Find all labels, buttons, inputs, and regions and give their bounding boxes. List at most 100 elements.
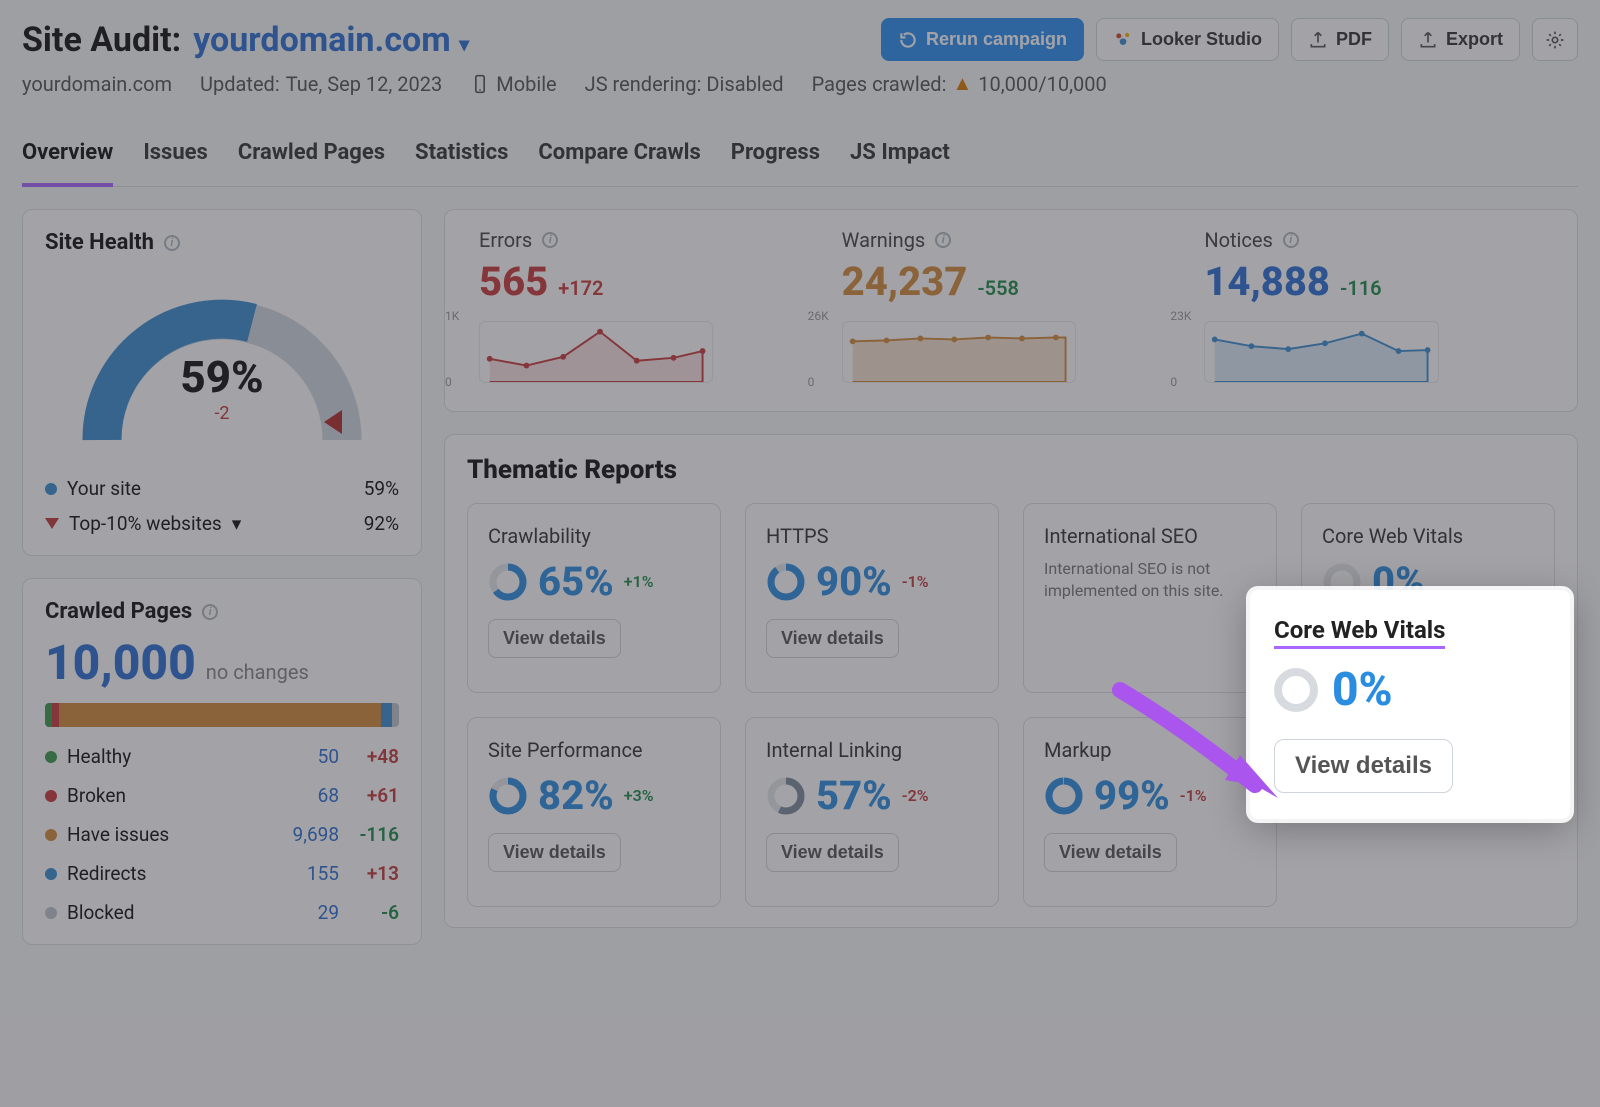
crawled-pages-item[interactable]: Broken 68 +61	[45, 784, 399, 807]
pdf-label: PDF	[1336, 29, 1372, 50]
meta-row: yourdomain.com Updated: Tue, Sep 12, 202…	[22, 71, 1578, 96]
view-details-button[interactable]: View details	[488, 619, 621, 658]
rerun-label: Rerun campaign	[926, 29, 1067, 50]
gear-icon	[1545, 30, 1565, 50]
tile-title: Core Web Vitals	[1322, 524, 1534, 548]
donut-icon	[488, 562, 528, 602]
thematic-title: Thematic Reports	[467, 455, 1555, 485]
crawled-pages-item[interactable]: Healthy 50 +48	[45, 745, 399, 768]
tile-title: Markup	[1044, 738, 1256, 762]
cwv-title: Core Web Vitals	[1274, 616, 1445, 649]
tab-overview[interactable]: Overview	[22, 128, 113, 187]
page-title-block: Site Audit: yourdomain.com ▾	[22, 20, 469, 60]
crawled-pages-sub: no changes	[206, 660, 309, 684]
errors-value: 565	[479, 258, 548, 305]
tile-delta: -1%	[1180, 786, 1207, 805]
tile-title: Internal Linking	[766, 738, 978, 762]
tab-js-impact[interactable]: JS Impact	[850, 128, 950, 186]
cp-item-count: 29	[283, 901, 339, 924]
looker-studio-button[interactable]: Looker Studio	[1096, 18, 1279, 61]
thematic-tile: Internal Linking 57% -2% View details	[745, 717, 999, 907]
tile-title: Crawlability	[488, 524, 700, 548]
cp-item-count: 155	[283, 862, 339, 885]
tile-value: 90%	[816, 558, 892, 605]
crawled-pages-value: 10,000	[45, 634, 196, 691]
dot-icon	[45, 790, 57, 802]
cp-item-delta: -116	[349, 823, 399, 846]
cp-item-label: Broken	[67, 784, 126, 807]
legend-top10[interactable]: Top-10% websites ▾ 92%	[45, 512, 399, 535]
errors-delta: +172	[558, 276, 603, 300]
view-details-button[interactable]: View details	[1274, 739, 1453, 793]
top-metrics-card: Errors 565+172 1K 0 Warnings 24,237-558	[444, 209, 1578, 412]
crawled-pages-item[interactable]: Have issues 9,698 -116	[45, 823, 399, 846]
dot-icon	[45, 829, 57, 841]
dot-icon	[45, 868, 57, 880]
donut-icon	[1044, 776, 1084, 816]
info-icon[interactable]	[164, 235, 180, 251]
crawled-pages-item[interactable]: Redirects 155 +13	[45, 862, 399, 885]
tile-note: International SEO is not implemented on …	[1044, 558, 1256, 603]
settings-button[interactable]	[1532, 18, 1578, 61]
warnings-spark	[842, 321, 1076, 383]
info-icon[interactable]	[542, 232, 558, 248]
title-prefix: Site Audit:	[22, 20, 181, 60]
core-web-vitals-highlight: Core Web Vitals 0% View details	[1250, 590, 1570, 819]
notices-spark	[1204, 321, 1438, 383]
cp-item-delta: -6	[349, 901, 399, 924]
warnings-value: 24,237	[842, 258, 968, 305]
project-dropdown[interactable]: yourdomain.com ▾	[193, 20, 469, 60]
tile-title: International SEO	[1044, 524, 1256, 548]
pdf-button[interactable]: PDF	[1291, 18, 1389, 61]
crawled-pages-item[interactable]: Blocked 29 -6	[45, 901, 399, 924]
tile-value: 57%	[816, 772, 892, 819]
meta-crawled: Pages crawled: ▲ 10,000/10,000	[812, 71, 1107, 96]
export-label: Export	[1446, 29, 1503, 50]
errors-label: Errors	[479, 228, 532, 252]
chevron-down-icon: ▾	[232, 512, 242, 535]
tile-value: 65%	[538, 558, 614, 605]
thematic-tile: Crawlability 65% +1% View details	[467, 503, 721, 693]
info-icon[interactable]	[935, 232, 951, 248]
errors-spark	[479, 321, 713, 383]
cp-item-delta: +61	[349, 784, 399, 807]
tile-title: HTTPS	[766, 524, 978, 548]
rerun-campaign-button[interactable]: Rerun campaign	[881, 18, 1084, 61]
upload-icon	[1418, 30, 1438, 50]
cp-item-label: Have issues	[67, 823, 169, 846]
notices-label: Notices	[1204, 228, 1272, 252]
view-details-button[interactable]: View details	[766, 833, 899, 872]
cp-item-delta: +13	[349, 862, 399, 885]
cp-item-label: Blocked	[67, 901, 134, 924]
info-icon[interactable]	[1283, 232, 1299, 248]
thematic-tile: HTTPS 90% -1% View details	[745, 503, 999, 693]
tile-delta: +1%	[624, 572, 654, 591]
tab-issues[interactable]: Issues	[143, 128, 208, 186]
cp-item-delta: +48	[349, 745, 399, 768]
crawled-pages-bar	[45, 703, 399, 727]
tab-progress[interactable]: Progress	[731, 128, 820, 186]
tile-title: Site Performance	[488, 738, 700, 762]
tile-delta: -2%	[902, 786, 929, 805]
meta-updated: Updated: Tue, Sep 12, 2023	[200, 72, 442, 96]
tab-crawled-pages[interactable]: Crawled Pages	[238, 128, 385, 186]
view-details-button[interactable]: View details	[766, 619, 899, 658]
info-icon[interactable]	[202, 604, 218, 620]
notices-value: 14,888	[1204, 258, 1330, 305]
export-button[interactable]: Export	[1401, 18, 1520, 61]
site-health-value: 59%	[180, 351, 263, 403]
tab-compare-crawls[interactable]: Compare Crawls	[538, 128, 700, 186]
main-tabs: Overview Issues Crawled Pages Statistics…	[22, 128, 1578, 187]
view-details-button[interactable]: View details	[488, 833, 621, 872]
thematic-tile: International SEO International SEO is no…	[1023, 503, 1277, 693]
legend-your-site: Your site 59%	[45, 477, 399, 500]
tab-statistics[interactable]: Statistics	[415, 128, 508, 186]
thematic-tile: Markup 99% -1% View details	[1023, 717, 1277, 907]
tile-value: 99%	[1094, 772, 1170, 819]
view-details-button[interactable]: View details	[1044, 833, 1177, 872]
dot-icon	[45, 483, 57, 495]
cp-item-count: 9,698	[283, 823, 339, 846]
refresh-icon	[898, 30, 918, 50]
tile-value: 82%	[538, 772, 614, 819]
upload-icon	[1308, 30, 1328, 50]
